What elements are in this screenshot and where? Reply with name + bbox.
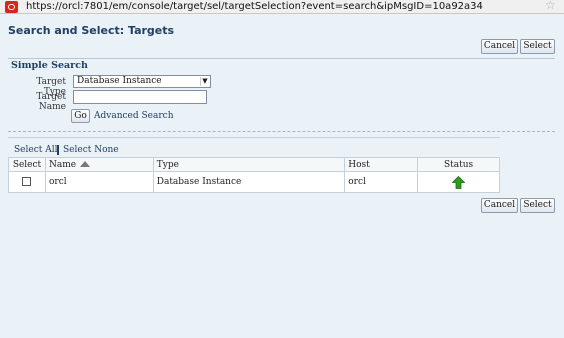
column-header-type: Type (152, 157, 346, 172)
table-header-row: Select Name Type Host Status (8, 157, 500, 172)
row-status-cell (417, 171, 500, 193)
sort-ascending-icon[interactable] (80, 161, 91, 167)
column-header-name[interactable]: Name (44, 157, 154, 172)
site-icon (5, 1, 18, 13)
simple-search-header: Simple Search (8, 58, 555, 72)
cancel-button-top[interactable]: Cancel (481, 39, 518, 54)
go-button[interactable]: Go (71, 109, 90, 123)
column-header-select: Select (8, 157, 46, 172)
select-none-link[interactable]: Select None (63, 145, 119, 155)
advanced-search-link[interactable]: Advanced Search (94, 111, 174, 121)
results-divider (8, 137, 500, 138)
bookmark-star-icon[interactable]: ☆ (545, 0, 556, 12)
section-divider (8, 131, 555, 132)
cancel-button-bottom[interactable]: Cancel (481, 198, 518, 213)
results-table: Select Name Type Host Status orcl Databa… (8, 157, 500, 193)
browser-address-bar[interactable]: https://orcl:7801/em/console/target/sel/… (0, 0, 564, 14)
select-button-bottom[interactable]: Select (520, 198, 555, 213)
target-type-value: Database Instance (77, 76, 162, 86)
select-all-link[interactable]: Select All (14, 145, 57, 155)
row-host-cell: orcl (344, 171, 419, 193)
target-type-select[interactable]: Database Instance ▼ (73, 75, 211, 88)
url-text[interactable]: https://orcl:7801/em/console/target/sel/… (26, 0, 483, 13)
table-row[interactable]: orcl Database Instance orcl (8, 171, 500, 193)
row-type-cell: Database Instance (152, 171, 346, 193)
link-separator (57, 145, 59, 155)
row-checkbox[interactable] (22, 177, 32, 186)
column-header-status: Status (417, 157, 500, 172)
row-name-cell: orcl (44, 171, 154, 193)
target-name-label: Target Name (36, 92, 66, 112)
row-select-cell[interactable] (8, 171, 46, 193)
page-title: Search and Select: Targets (8, 24, 175, 37)
chevron-down-icon[interactable]: ▼ (200, 77, 209, 86)
select-button-top[interactable]: Select (520, 39, 555, 54)
up-arrow-icon (452, 175, 466, 189)
column-header-host: Host (344, 157, 419, 172)
target-name-input[interactable] (73, 90, 207, 104)
